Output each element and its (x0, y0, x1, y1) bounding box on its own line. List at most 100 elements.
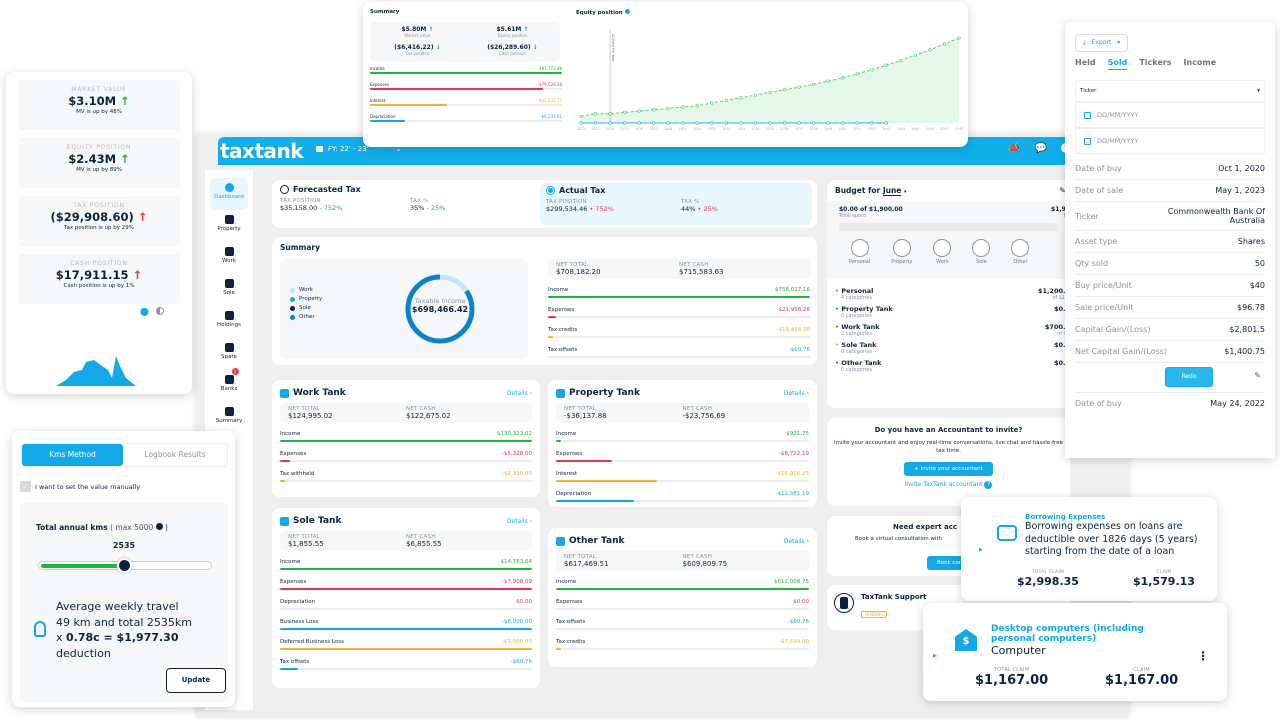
sidebar-item-holdings[interactable]: Holdings (210, 306, 248, 338)
data-point[interactable] (782, 88, 787, 92)
data-point[interactable] (768, 90, 772, 95)
megaphone-icon[interactable]: 📣 (1008, 143, 1020, 154)
data-point[interactable] (637, 121, 641, 125)
kms-slider-thumb[interactable] (117, 558, 133, 573)
data-point[interactable] (811, 82, 816, 87)
budget-icon-other[interactable]: Other (1011, 239, 1030, 265)
data-point[interactable] (855, 121, 859, 125)
kms-slider[interactable] (38, 558, 212, 573)
chat-icon[interactable]: 💬 (1034, 143, 1046, 154)
tab-logbook-results[interactable]: Logbook Results (123, 444, 227, 466)
tab-kms-method[interactable]: Kms Method (22, 444, 123, 466)
data-point[interactable] (826, 79, 830, 83)
data-point[interactable] (870, 121, 874, 125)
data-point[interactable] (942, 42, 947, 46)
data-point[interactable] (593, 121, 598, 125)
data-point[interactable] (579, 114, 583, 119)
budget-item[interactable]: • Personal 4 categories $1,200.0 of $1,2 (835, 287, 1070, 301)
data-point[interactable] (695, 104, 699, 108)
data-point[interactable] (753, 93, 758, 97)
date-from-input[interactable]: DD/MM/YYYY (1075, 102, 1265, 128)
play-icon[interactable]: ▶ (933, 653, 937, 659)
data-point[interactable] (710, 101, 714, 105)
data-point[interactable] (622, 121, 627, 125)
tab-tickers[interactable]: Tickers (1139, 58, 1171, 70)
data-point[interactable] (666, 106, 670, 111)
export-button[interactable]: ⤓ Export ▾ (1075, 34, 1129, 52)
sidebar-item-property[interactable]: Property (210, 210, 248, 242)
data-point[interactable] (710, 121, 714, 125)
info-icon[interactable] (155, 523, 163, 530)
play-icon[interactable]: ▶ (979, 547, 983, 553)
data-point[interactable] (637, 109, 641, 113)
data-point[interactable] (797, 85, 801, 89)
details-link[interactable]: Details › (784, 390, 809, 397)
sidebar-item-sole[interactable]: Sole (210, 274, 248, 306)
help-icon[interactable]: ? (984, 481, 993, 489)
data-point[interactable] (652, 121, 656, 125)
ticker-select[interactable]: Ticker ▾ (1075, 80, 1265, 102)
budget-item[interactable]: • Property Tank0 categories$0.0of (835, 305, 1070, 319)
details-link[interactable]: Details › (507, 390, 532, 397)
data-point[interactable] (841, 121, 845, 125)
data-point[interactable] (724, 98, 729, 103)
details-link[interactable]: Details › (507, 518, 532, 525)
edit-icon[interactable]: ✎ (1254, 371, 1261, 380)
data-point[interactable] (826, 121, 830, 125)
budget-icon-property[interactable]: Property (891, 239, 912, 265)
data-point[interactable] (884, 63, 888, 67)
sidebar-item-spare[interactable]: Spare (210, 338, 248, 370)
budget-icon-personal[interactable]: Personal (849, 239, 870, 265)
data-point[interactable] (622, 110, 627, 115)
tab-income[interactable]: Income (1184, 58, 1217, 70)
data-point[interactable] (739, 96, 743, 100)
data-point[interactable] (768, 121, 772, 125)
update-button[interactable]: Update (166, 668, 226, 693)
data-point[interactable] (957, 36, 961, 40)
data-point[interactable] (695, 121, 699, 125)
data-point[interactable] (899, 58, 903, 63)
radio-actual[interactable] (546, 186, 555, 195)
manual-checkbox[interactable]: ✓ (20, 481, 31, 492)
radio-forecasted[interactable] (280, 185, 289, 194)
data-point[interactable] (681, 105, 685, 109)
forecasted-tax[interactable]: Forecasted Tax TAX POSITION $35,158.00 -… (280, 185, 540, 212)
data-point[interactable] (666, 121, 670, 125)
budget-item[interactable]: • Other Tank0 categories$0.0of (835, 359, 1070, 373)
data-point[interactable] (782, 121, 787, 125)
logo[interactable]: taxtank (220, 139, 304, 163)
more-options-icon[interactable]: ⋮ (1197, 649, 1209, 663)
budget-icon-work[interactable]: Work (933, 239, 952, 265)
sidebar-item-summary[interactable]: Summary (210, 402, 248, 434)
data-point[interactable] (652, 108, 656, 112)
actual-tax[interactable]: Actual Tax TAX POSITION $299,534.46 • 75… (540, 183, 812, 225)
details-link[interactable]: Details › (784, 538, 809, 545)
data-point[interactable] (797, 121, 801, 125)
invite-taxtank-link[interactable]: Invite TaxTank accountant ? (833, 481, 1064, 489)
map-pin-icon[interactable]: ⬤ (140, 307, 149, 316)
tab-held[interactable]: Held (1075, 58, 1096, 70)
data-point[interactable] (753, 121, 758, 125)
budget-icon-sole[interactable]: Sole (972, 239, 991, 265)
data-point[interactable] (681, 121, 685, 125)
tab-sold[interactable]: Sold (1107, 58, 1128, 70)
data-point[interactable] (608, 112, 612, 116)
data-point[interactable] (841, 76, 845, 80)
sidebar-item-banks[interactable]: Banks 1 (210, 368, 248, 402)
data-point[interactable] (928, 48, 932, 52)
data-point[interactable] (811, 121, 816, 125)
data-point[interactable] (739, 121, 743, 125)
redo-button[interactable]: Redo (1165, 367, 1213, 387)
date-to-input[interactable]: DD/MM/YYYY (1075, 128, 1265, 154)
budget-month-select[interactable]: June (882, 186, 902, 196)
data-point[interactable] (855, 72, 859, 76)
info-icon[interactable] (624, 9, 630, 14)
data-point[interactable] (579, 121, 583, 125)
sidebar-item-work[interactable]: Work (210, 242, 248, 274)
budget-item[interactable]: • Sole Tank0 categories$0.0of (835, 341, 1070, 355)
budget-item[interactable]: • Work Tank 2 categories $700.0 of $7 (835, 323, 1070, 337)
data-point[interactable] (913, 53, 918, 57)
invite-accountant-button[interactable]: + Invite your accountant (904, 462, 993, 476)
data-point[interactable] (608, 121, 612, 125)
data-point[interactable] (870, 68, 874, 72)
